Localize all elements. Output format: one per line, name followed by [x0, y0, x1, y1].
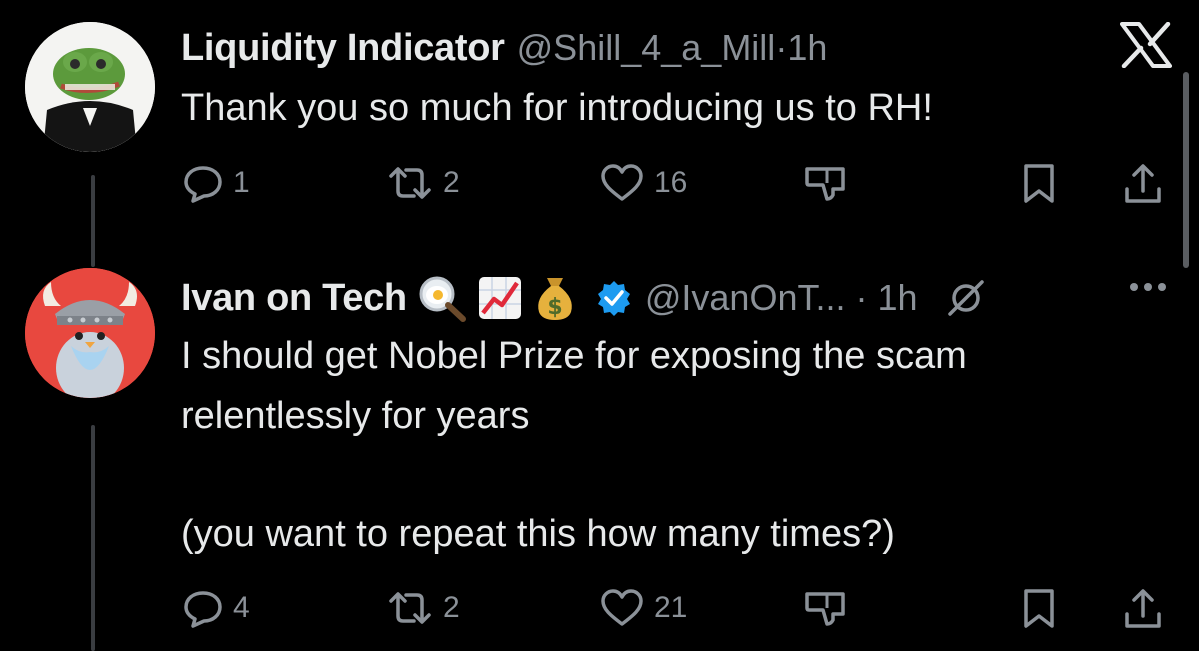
magnifier-egg-emoji-icon	[417, 274, 467, 322]
reply-button[interactable]: 1	[183, 163, 250, 203]
views-button[interactable]	[803, 588, 847, 628]
tweet-text-line: relentlessly for years	[181, 395, 530, 437]
like-count: 16	[654, 166, 688, 199]
display-name[interactable]: Liquidity Indicator	[181, 27, 505, 70]
tweet[interactable]: Ivan on Tech $ @IvanOnT... · 1h I should…	[181, 274, 1159, 564]
share-icon	[1123, 163, 1163, 205]
retweet-icon	[387, 588, 433, 628]
retweet-icon	[387, 163, 433, 203]
svg-text:$: $	[547, 295, 562, 320]
separator: ·	[855, 277, 868, 318]
scrollbar[interactable]	[1183, 72, 1189, 268]
retweet-button[interactable]: 2	[387, 588, 460, 628]
like-icon	[600, 163, 644, 203]
separator: ·	[775, 27, 788, 68]
tweet-text: I should get Nobel Prize for exposing th…	[181, 326, 1159, 564]
verified-badge-icon	[595, 279, 633, 317]
like-icon	[600, 588, 644, 628]
bookmark-button[interactable]	[1021, 163, 1057, 205]
reply-count: 4	[233, 591, 250, 624]
tweet-actions: 1 2 16	[183, 163, 1163, 207]
timestamp[interactable]: 1h	[878, 277, 918, 318]
reply-button[interactable]: 4	[183, 588, 250, 628]
views-icon	[803, 163, 847, 203]
handle-meta: @IvanOnT... · 1h	[645, 277, 918, 319]
bookmark-button[interactable]	[1021, 588, 1057, 630]
tweet-text-line: (you want to repeat this how many times?…	[181, 513, 895, 555]
tweet-header: Liquidity Indicator @Shill_4_a_Mill·1h	[181, 24, 1159, 72]
reply-icon	[183, 163, 223, 203]
like-count: 21	[654, 591, 688, 624]
share-icon	[1123, 588, 1163, 630]
display-name[interactable]: Ivan on Tech	[181, 277, 407, 320]
views-button[interactable]	[803, 163, 847, 203]
like-button[interactable]: 21	[600, 588, 687, 628]
tweet-actions: 4 2 21	[183, 588, 1163, 632]
thread-line	[91, 425, 95, 651]
chart-increasing-emoji-icon	[477, 275, 523, 321]
handle[interactable]: @IvanOnT...	[645, 277, 846, 318]
reply-icon	[183, 588, 223, 628]
reply-count: 1	[233, 166, 250, 199]
bookmark-icon	[1021, 588, 1057, 630]
grok-icon[interactable]	[946, 278, 986, 318]
tweet-text: Thank you so much for introducing us to …	[181, 87, 933, 129]
more-icon[interactable]	[1128, 280, 1168, 298]
handle-meta: @Shill_4_a_Mill·1h	[517, 27, 828, 69]
bookmark-icon	[1021, 163, 1057, 205]
share-button[interactable]	[1123, 163, 1163, 205]
tweet-header: Ivan on Tech $ @IvanOnT... · 1h	[181, 274, 1159, 322]
tweet-text-line: I should get Nobel Prize for exposing th…	[181, 335, 967, 377]
share-button[interactable]	[1123, 588, 1163, 630]
avatar[interactable]	[25, 22, 155, 152]
timestamp[interactable]: 1h	[787, 27, 827, 68]
views-icon	[803, 588, 847, 628]
avatar[interactable]	[25, 268, 155, 398]
retweet-count: 2	[443, 591, 460, 624]
thread-line	[91, 175, 95, 267]
like-button[interactable]: 16	[600, 163, 687, 203]
tweet[interactable]: Liquidity Indicator @Shill_4_a_Mill·1h T…	[181, 24, 1159, 138]
retweet-count: 2	[443, 166, 460, 199]
money-bag-emoji-icon: $	[533, 274, 577, 322]
handle[interactable]: @Shill_4_a_Mill	[517, 27, 776, 68]
retweet-button[interactable]: 2	[387, 163, 460, 203]
tweet-text-blank-line	[181, 446, 1159, 504]
